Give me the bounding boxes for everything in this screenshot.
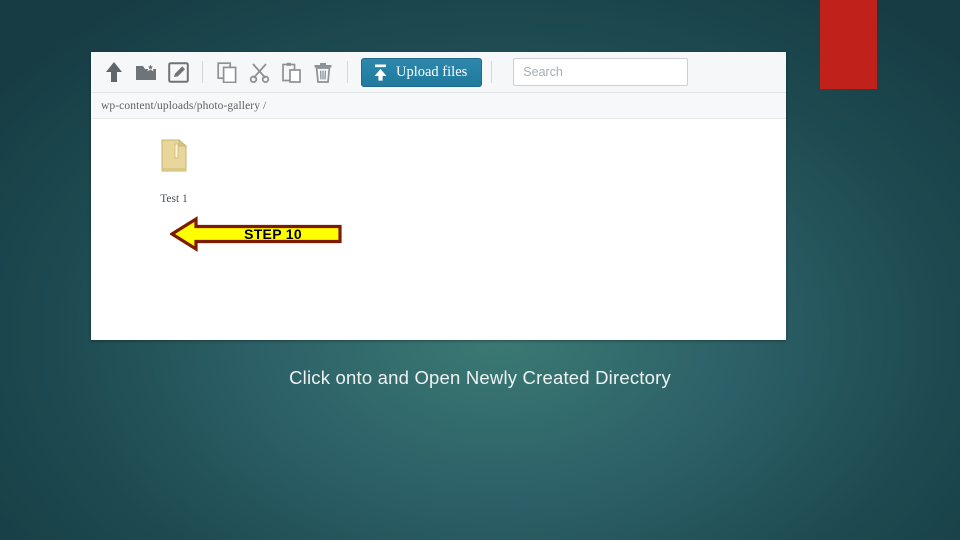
decorative-red-block: [820, 0, 877, 89]
slide-caption: Click onto and Open Newly Created Direct…: [289, 367, 671, 388]
cut-scissors-icon[interactable]: [244, 57, 274, 87]
new-folder-icon[interactable]: [131, 57, 161, 87]
folder-icon: [136, 133, 212, 179]
file-item-label: Test 1: [160, 193, 188, 205]
trash-icon[interactable]: [308, 57, 338, 87]
step-annotation-arrow: STEP 10: [170, 216, 342, 252]
breadcrumb-path: wp-content/uploads/photo-gallery /: [101, 99, 267, 112]
up-arrow-icon[interactable]: [99, 57, 129, 87]
upload-files-button[interactable]: Upload files: [361, 57, 483, 87]
toolbar-divider-2: [347, 61, 348, 83]
copy-icon[interactable]: [212, 57, 242, 87]
toolbar-divider: [202, 61, 203, 83]
search-input[interactable]: [523, 65, 679, 79]
file-manager-toolbar: Upload files: [91, 52, 786, 93]
paste-clipboard-icon[interactable]: [276, 57, 306, 87]
upload-files-label: Upload files: [396, 63, 468, 80]
breadcrumb[interactable]: wp-content/uploads/photo-gallery /: [91, 93, 786, 119]
toolbar-divider-3: [491, 61, 493, 83]
upload-arrow-icon: [372, 63, 389, 81]
search-box[interactable]: [513, 58, 689, 86]
file-item-folder[interactable]: Test 1: [136, 133, 212, 205]
file-manager-panel: Upload files wp-content/uploads/photo-ga…: [91, 52, 786, 340]
file-listing-area: Test 1 STEP 10: [91, 119, 786, 339]
edit-pencil-icon[interactable]: [163, 57, 193, 87]
